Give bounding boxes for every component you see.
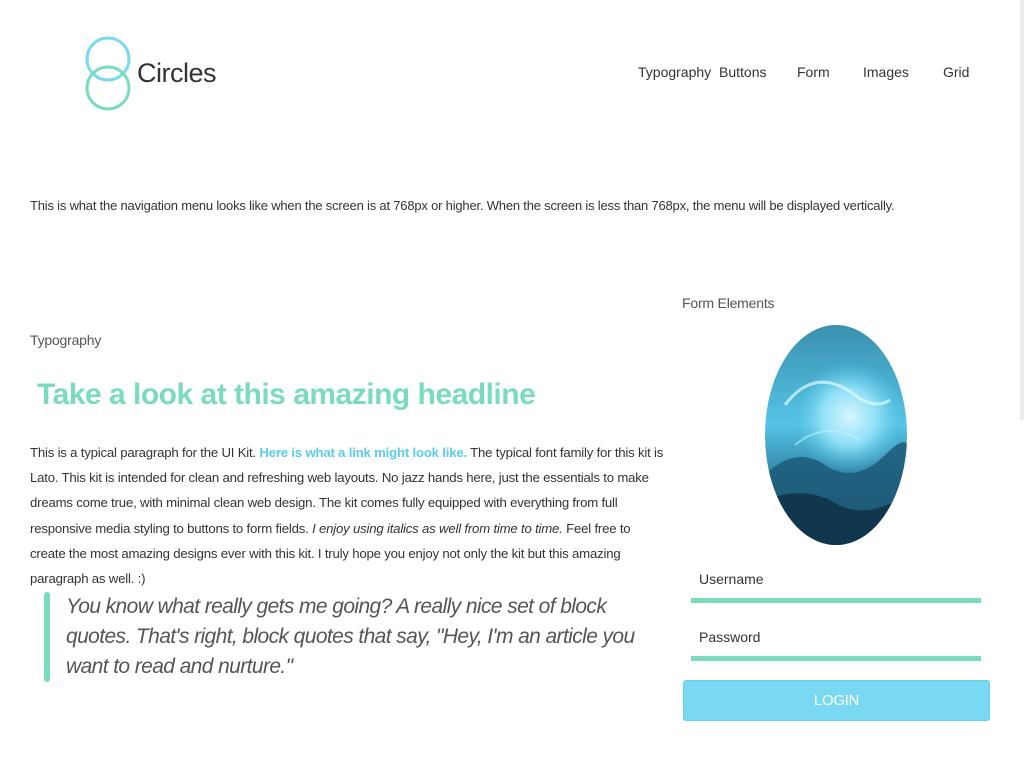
nav-item-images[interactable]: Images: [863, 64, 909, 80]
typography-paragraph: This is a typical paragraph for the UI K…: [30, 440, 666, 591]
headline: Take a look at this amazing headline: [37, 378, 536, 411]
italic-text: I enjoy using italics as well from time …: [312, 520, 563, 536]
form-section-label: Form Elements: [682, 295, 775, 311]
login-button[interactable]: LOGIN: [683, 680, 990, 721]
password-input[interactable]: [691, 621, 981, 653]
nav-description: This is what the navigation menu looks l…: [30, 198, 895, 213]
password-field: [691, 621, 981, 661]
nav-item-typography[interactable]: Typography: [638, 64, 711, 80]
paragraph-text-start: This is a typical paragraph for the UI K…: [30, 445, 260, 460]
nav-item-form[interactable]: Form: [797, 64, 830, 80]
quote-text: You know what really gets me going? A re…: [66, 595, 635, 678]
username-field: [691, 563, 981, 603]
nav-item-buttons[interactable]: Buttons: [719, 64, 766, 80]
block-quote: You know what really gets me going? A re…: [44, 592, 644, 682]
nav-item-grid[interactable]: Grid: [943, 64, 969, 80]
sample-link[interactable]: Here is what a link might look like.: [259, 445, 467, 460]
username-input[interactable]: [691, 563, 981, 595]
main-nav: Typography Buttons Form Images Grid: [0, 64, 1024, 84]
wave-image: [765, 325, 907, 545]
typography-section-label: Typography: [30, 332, 102, 348]
scrollbar[interactable]: [1020, 0, 1024, 420]
quote-bar: [44, 592, 50, 682]
